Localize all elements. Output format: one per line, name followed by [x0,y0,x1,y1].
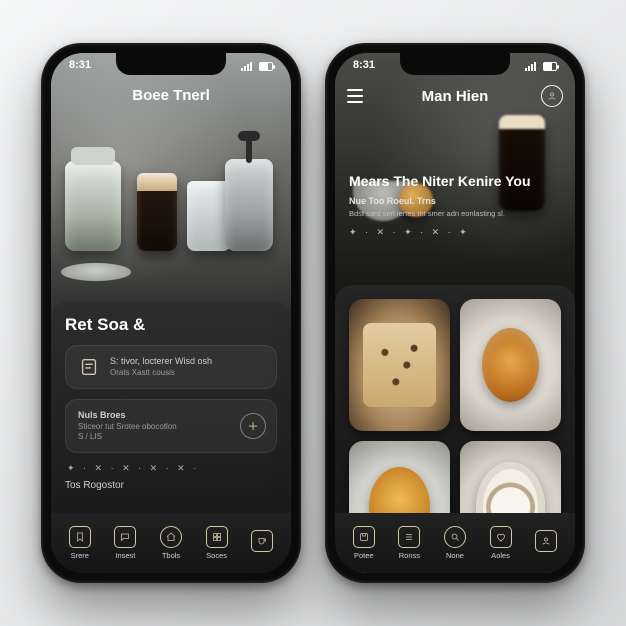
tab-label: Srere [71,551,89,560]
chat-icon [114,526,136,548]
cup-icon [251,530,273,552]
tab-item[interactable]: Aoles [478,526,524,560]
tab-label: Tbols [162,551,180,560]
dark-glass-illustration [137,173,177,251]
tab-label: Soces [206,551,227,560]
tab-item[interactable] [523,530,569,555]
footer-label: Tos Rogostor [65,480,277,491]
hero-body: Bdst sard serl iertes tht smer adn eonla… [349,209,561,219]
hero-subheading: Nue Too Roeul. Trns [349,196,561,206]
battery-icon [543,62,557,71]
tab-item[interactable]: None [432,526,478,560]
phone-right: 8:31 Man Hien Mears The Niter Kenire You… [325,43,585,583]
section-heading: Ret Soa & [65,315,277,335]
signal-icon [241,62,255,71]
tab-item[interactable]: Tbols [148,526,194,560]
tab-label: Ronss [399,551,420,560]
status-icons [241,62,273,71]
notch [400,53,510,75]
save-icon [353,526,375,548]
jar-illustration [65,161,121,251]
profile-button[interactable] [541,85,563,107]
tab-bar: Potee Ronss None Aoles [335,513,575,573]
tab-label: None [446,551,464,560]
grid-icon [206,526,228,548]
tab-item[interactable]: Srere [57,526,103,560]
heart-icon [490,526,512,548]
page-title: Man Hien [422,88,489,105]
tab-item[interactable] [239,530,285,555]
note-icon [78,356,100,378]
phone-left: 8:31 Boee Tnerl Ret Soa & S: tiv [41,43,301,583]
food-tile-soup[interactable] [460,299,561,431]
user-icon [535,530,557,552]
plate-illustration [61,263,131,281]
hero-image: Man Hien Mears The Niter Kenire You Nue … [335,53,575,301]
hero-image: Boee Tnerl [51,53,291,321]
tab-item[interactable]: Potee [341,526,387,560]
menu-button[interactable] [347,85,369,107]
tab-item[interactable]: Insest [103,526,149,560]
hero-symbols: ✦ · ✕ · ✦ · ✕ · ✦ [349,227,561,238]
list-item[interactable]: Nuls Broes Sticeor tut Srotee obocotlon … [65,399,277,453]
page-title: Boee Tnerl [51,87,291,104]
status-icons [525,62,557,71]
item-title: S: tivor, locterer Wisd osh [110,356,264,367]
status-time: 8:31 [69,59,91,71]
add-button[interactable] [240,413,266,439]
tab-bar: Srere Insest Tbols Soces [51,513,291,573]
item-meta: S / LIS [78,432,264,442]
tab-item[interactable]: Soces [194,526,240,560]
search-icon [444,526,466,548]
food-tile-cookie[interactable] [349,299,450,431]
hero-heading: Mears The Niter Kenire You [349,173,561,190]
notch [116,53,226,75]
item-title: Nuls Broes [78,410,264,421]
hero-copy: Mears The Niter Kenire You Nue Too Roeul… [349,173,561,238]
home-icon [160,526,182,548]
screen-right: 8:31 Man Hien Mears The Niter Kenire You… [335,53,575,573]
signal-icon [525,62,539,71]
top-bar: Man Hien [347,85,563,107]
bookmark-icon [69,526,91,548]
rating-symbols: ✦ · ✕ · ✕ · ✕ · ✕ · [67,463,275,474]
item-subtitle: Orats Xastt cousis [110,368,264,378]
list-item[interactable]: S: tivor, locterer Wisd osh Orats Xastt … [65,345,277,389]
tab-label: Aoles [491,551,510,560]
battery-icon [259,62,273,71]
tab-label: Potee [354,551,374,560]
status-time: 8:31 [353,59,375,71]
tab-label: Insest [115,551,135,560]
tab-item[interactable]: Ronss [387,526,433,560]
list-icon [398,526,420,548]
french-press-illustration [225,159,273,251]
item-subtitle: Sticeor tut Srotee obocotlon [78,422,264,432]
screen-left: 8:31 Boee Tnerl Ret Soa & S: tiv [51,53,291,573]
